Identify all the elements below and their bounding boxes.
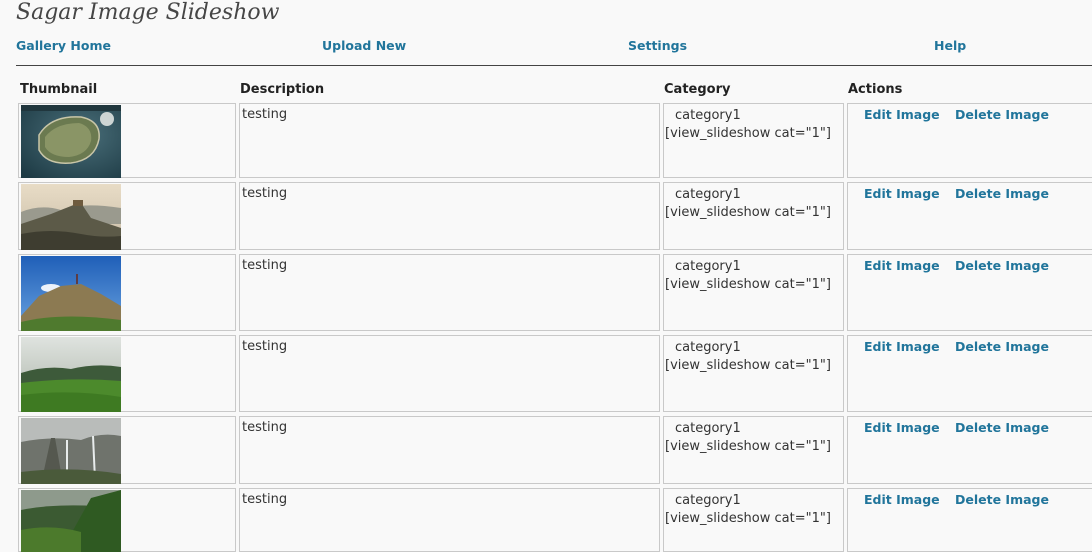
category-text: category1 [view_slideshow cat="1"]: [665, 258, 831, 294]
page-title: Sagar Image Slideshow: [16, 0, 280, 25]
delete-image-link[interactable]: Delete Image: [955, 420, 1049, 435]
category-cell: category1 [view_slideshow cat="1"]: [663, 254, 844, 331]
nav-settings-link[interactable]: Settings: [628, 38, 687, 53]
category-name: category1: [675, 259, 741, 274]
description-text: testing: [242, 186, 288, 201]
table-row: testing category1 [view_slideshow cat="1…: [0, 416, 1092, 484]
category-name: category1: [675, 421, 741, 436]
category-cell: category1 [view_slideshow cat="1"]: [663, 488, 844, 552]
category-cell: category1 [view_slideshow cat="1"]: [663, 103, 844, 178]
thumbnail-image[interactable]: [21, 184, 121, 250]
description-cell: testing: [239, 254, 660, 331]
delete-image-link[interactable]: Delete Image: [955, 107, 1049, 122]
thumbnail-image[interactable]: [21, 256, 121, 331]
category-shortcode: [view_slideshow cat="1"]: [665, 277, 831, 292]
actions-cell: Edit Image Delete Image: [847, 254, 1092, 331]
nav-gallery-home-link[interactable]: Gallery Home: [16, 38, 111, 53]
table-row: testing category1 [view_slideshow cat="1…: [0, 335, 1092, 412]
table-row: testing category1 [view_slideshow cat="1…: [0, 254, 1092, 331]
actions-cell: Edit Image Delete Image: [847, 488, 1092, 552]
thumbnail-image[interactable]: [21, 337, 121, 412]
thumbnail-image[interactable]: [21, 490, 121, 552]
category-text: category1 [view_slideshow cat="1"]: [665, 339, 831, 375]
column-header-actions: Actions: [848, 82, 903, 97]
actions-cell: Edit Image Delete Image: [847, 416, 1092, 484]
category-cell: category1 [view_slideshow cat="1"]: [663, 335, 844, 412]
thumbnail-cell: [18, 182, 236, 250]
description-cell: testing: [239, 103, 660, 178]
table-row: testing category1 [view_slideshow cat="1…: [0, 103, 1092, 178]
category-text: category1 [view_slideshow cat="1"]: [665, 420, 831, 456]
description-text: testing: [242, 492, 288, 507]
edit-image-link[interactable]: Edit Image: [864, 186, 940, 201]
delete-image-link[interactable]: Delete Image: [955, 339, 1049, 354]
edit-image-link[interactable]: Edit Image: [864, 107, 940, 122]
thumbnail-cell: [18, 254, 236, 331]
header-divider: [16, 65, 1092, 66]
thumbnail-cell: [18, 488, 236, 552]
edit-image-link[interactable]: Edit Image: [864, 420, 940, 435]
actions-cell: Edit Image Delete Image: [847, 182, 1092, 250]
thumbnail-image[interactable]: [21, 105, 121, 178]
category-name: category1: [675, 187, 741, 202]
edit-image-link[interactable]: Edit Image: [864, 492, 940, 507]
category-shortcode: [view_slideshow cat="1"]: [665, 439, 831, 454]
description-text: testing: [242, 107, 288, 122]
category-shortcode: [view_slideshow cat="1"]: [665, 126, 831, 141]
category-text: category1 [view_slideshow cat="1"]: [665, 492, 831, 528]
description-cell: testing: [239, 335, 660, 412]
thumbnail-cell: [18, 335, 236, 412]
category-shortcode: [view_slideshow cat="1"]: [665, 511, 831, 526]
thumbnail-cell: [18, 416, 236, 484]
delete-image-link[interactable]: Delete Image: [955, 186, 1049, 201]
actions-cell: Edit Image Delete Image: [847, 103, 1092, 178]
category-shortcode: [view_slideshow cat="1"]: [665, 205, 831, 220]
category-name: category1: [675, 493, 741, 508]
edit-image-link[interactable]: Edit Image: [864, 258, 940, 273]
description-cell: testing: [239, 182, 660, 250]
table-row: testing category1 [view_slideshow cat="1…: [0, 488, 1092, 552]
category-cell: category1 [view_slideshow cat="1"]: [663, 182, 844, 250]
thumbnail-cell: [18, 103, 236, 178]
category-shortcode: [view_slideshow cat="1"]: [665, 358, 831, 373]
delete-image-link[interactable]: Delete Image: [955, 258, 1049, 273]
thumbnail-image[interactable]: [21, 418, 121, 484]
description-text: testing: [242, 339, 288, 354]
category-name: category1: [675, 108, 741, 123]
edit-image-link[interactable]: Edit Image: [864, 339, 940, 354]
column-header-description: Description: [240, 82, 325, 97]
column-header-category: Category: [664, 82, 731, 97]
delete-image-link[interactable]: Delete Image: [955, 492, 1049, 507]
description-cell: testing: [239, 416, 660, 484]
nav-help-link[interactable]: Help: [934, 38, 966, 53]
description-cell: testing: [239, 488, 660, 552]
column-header-thumbnail: Thumbnail: [20, 82, 98, 97]
category-text: category1 [view_slideshow cat="1"]: [665, 186, 831, 222]
table-row: testing category1 [view_slideshow cat="1…: [0, 182, 1092, 250]
actions-cell: Edit Image Delete Image: [847, 335, 1092, 412]
description-text: testing: [242, 258, 288, 273]
category-name: category1: [675, 340, 741, 355]
category-text: category1 [view_slideshow cat="1"]: [665, 107, 831, 143]
category-cell: category1 [view_slideshow cat="1"]: [663, 416, 844, 484]
description-text: testing: [242, 420, 288, 435]
nav-upload-new-link[interactable]: Upload New: [322, 38, 406, 53]
